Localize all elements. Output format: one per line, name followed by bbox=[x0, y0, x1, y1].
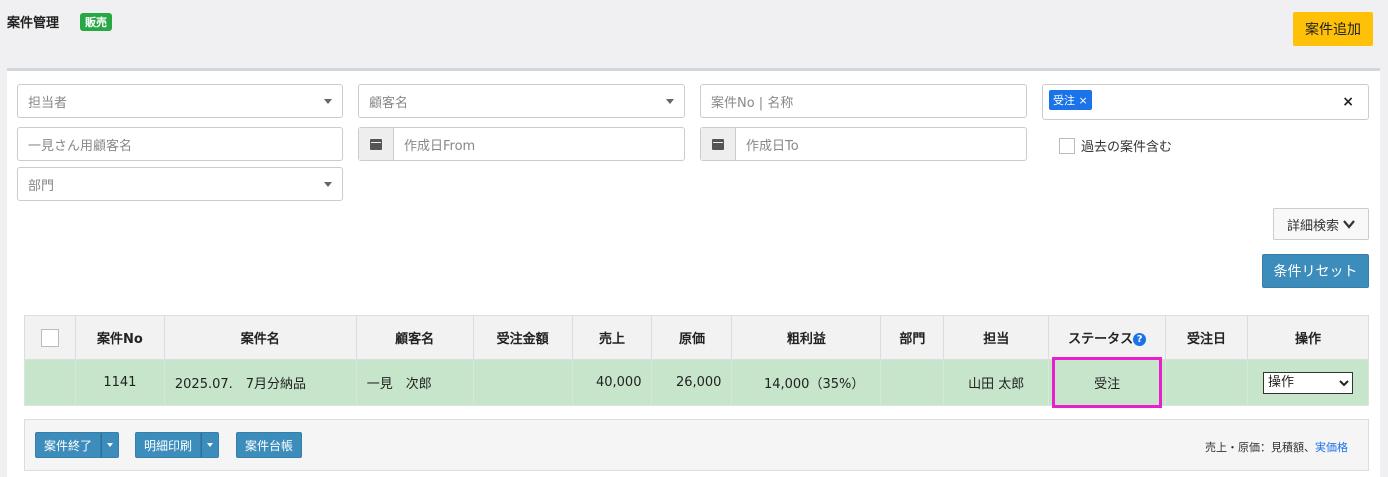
price-basis-note: 売上・原価：見積額、実価格 bbox=[1205, 439, 1348, 455]
date-from-input[interactable]: 作成日From bbox=[358, 127, 685, 161]
case-search-placeholder: 案件No | 名称 bbox=[711, 95, 794, 111]
caret-down-icon bbox=[324, 98, 332, 104]
cell-order-amount bbox=[472, 359, 573, 406]
caret-down-icon bbox=[107, 443, 114, 447]
module-badge: 販売 bbox=[80, 13, 112, 31]
ichigen-placeholder: 一見さん用顧客名 bbox=[28, 138, 133, 154]
row-select-cell[interactable] bbox=[24, 359, 76, 406]
status-tag-label: 受注 bbox=[1053, 94, 1075, 107]
header-dept[interactable]: 部門 bbox=[880, 315, 945, 360]
chevron-down-icon bbox=[1343, 220, 1355, 229]
close-case-button[interactable]: 案件終了 bbox=[35, 432, 102, 458]
caret-down-icon bbox=[207, 443, 214, 447]
checkbox[interactable] bbox=[1059, 137, 1075, 154]
case-ledger-button[interactable]: 案件台帳 bbox=[236, 432, 303, 458]
cell-staff: 山田 太郎 bbox=[943, 359, 1050, 406]
date-from-placeholder: 作成日From bbox=[404, 138, 476, 154]
tantousha-placeholder: 担当者 bbox=[28, 95, 68, 111]
header-profit[interactable]: 粗利益 bbox=[731, 315, 882, 360]
reset-conditions-button[interactable]: 条件リセット bbox=[1262, 254, 1369, 288]
case-table: 案件No 案件名 顧客名 受注金額 売上 原価 粗利益 部門 担当 ステータス?… bbox=[24, 315, 1370, 408]
clear-icon[interactable]: × bbox=[1342, 94, 1354, 110]
customer-placeholder: 顧客名 bbox=[369, 95, 409, 111]
cell-case-no: 1141 bbox=[74, 359, 165, 406]
cell-order-date bbox=[1165, 359, 1248, 406]
detail-search-button[interactable]: 詳細検索 bbox=[1273, 208, 1369, 240]
select-all-header bbox=[24, 315, 76, 360]
cell-customer: 一見 次郎 bbox=[355, 359, 474, 406]
table-row[interactable]: 1141 2025.07. 7月分納品 一見 次郎 40,000 26,000 … bbox=[24, 357, 1370, 408]
cell-actions: 操作 bbox=[1246, 359, 1370, 406]
calendar-icon[interactable] bbox=[701, 128, 736, 160]
close-case-split-button: 案件終了 bbox=[35, 432, 120, 458]
status-multiselect[interactable]: 受注 × × bbox=[1042, 84, 1369, 120]
caret-down-icon bbox=[324, 181, 332, 187]
header-status[interactable]: ステータス? bbox=[1048, 315, 1167, 360]
close-case-dropdown-toggle[interactable] bbox=[101, 432, 120, 458]
include-past-checkbox[interactable]: 過去の案件含む bbox=[1059, 136, 1172, 155]
actual-price-link[interactable]: 実価格 bbox=[1315, 441, 1348, 454]
date-to-placeholder: 作成日To bbox=[746, 138, 799, 154]
bulk-action-bar: 案件終了 明細印刷 案件台帳 売上・原価：見積額、実価格 bbox=[24, 419, 1369, 471]
header-order-amount[interactable]: 受注金額 bbox=[472, 315, 573, 360]
header-case-name[interactable]: 案件名 bbox=[163, 315, 357, 360]
select-all-checkbox[interactable] bbox=[40, 328, 59, 347]
price-basis-text: 売上・原価：見積額、 bbox=[1205, 441, 1315, 454]
calendar-icon[interactable] bbox=[359, 128, 394, 160]
status-tag[interactable]: 受注 × bbox=[1049, 90, 1092, 110]
header-customer[interactable]: 顧客名 bbox=[355, 315, 474, 360]
customer-select[interactable]: 顧客名 bbox=[358, 84, 685, 118]
search-panel: 担当者 顧客名 案件No | 名称 受注 × × 一見さん用顧客名 作成日Fro… bbox=[7, 68, 1380, 477]
ichigen-customer-input[interactable]: 一見さん用顧客名 bbox=[17, 127, 343, 161]
cell-case-name[interactable]: 2025.07. 7月分納品 bbox=[163, 359, 357, 406]
status-label: 受注 bbox=[1094, 377, 1121, 392]
print-detail-button[interactable]: 明細印刷 bbox=[135, 432, 202, 458]
cell-sales: 40,000 bbox=[571, 359, 653, 406]
add-case-button[interactable]: 案件追加 bbox=[1293, 12, 1373, 46]
include-past-label: 過去の案件含む bbox=[1081, 140, 1173, 155]
header-actions: 操作 bbox=[1246, 315, 1370, 360]
header-status-label: ステータス bbox=[1068, 332, 1134, 347]
tag-remove-icon[interactable]: × bbox=[1079, 94, 1088, 107]
header-cost[interactable]: 原価 bbox=[651, 315, 733, 360]
caret-down-icon bbox=[666, 98, 674, 104]
header-staff[interactable]: 担当 bbox=[943, 315, 1050, 360]
header-sales[interactable]: 売上 bbox=[571, 315, 653, 360]
date-to-input[interactable]: 作成日To bbox=[700, 127, 1027, 161]
cell-status: 受注 bbox=[1048, 357, 1167, 408]
department-placeholder: 部門 bbox=[28, 178, 55, 194]
department-select[interactable]: 部門 bbox=[17, 167, 343, 201]
tantousha-select[interactable]: 担当者 bbox=[17, 84, 343, 118]
table-header-row: 案件No 案件名 顧客名 受注金額 売上 原価 粗利益 部門 担当 ステータス?… bbox=[24, 315, 1370, 360]
help-icon[interactable]: ? bbox=[1133, 333, 1147, 346]
header-case-no[interactable]: 案件No bbox=[74, 315, 165, 360]
case-search-input[interactable]: 案件No | 名称 bbox=[700, 84, 1027, 118]
action-select[interactable]: 操作 bbox=[1262, 371, 1353, 394]
page-title: 案件管理 bbox=[7, 16, 60, 31]
cell-cost: 26,000 bbox=[651, 359, 733, 406]
header-order-date[interactable]: 受注日 bbox=[1165, 315, 1248, 360]
print-detail-split-button: 明細印刷 bbox=[135, 432, 220, 458]
print-detail-dropdown-toggle[interactable] bbox=[201, 432, 220, 458]
cell-profit: 14,000（35%） bbox=[731, 359, 882, 406]
cell-dept bbox=[880, 359, 945, 406]
detail-search-label: 詳細検索 bbox=[1286, 218, 1339, 234]
